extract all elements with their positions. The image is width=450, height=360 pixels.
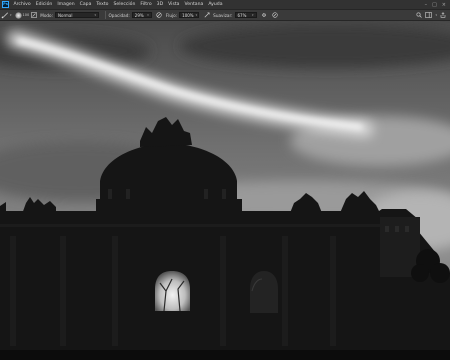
brush-icon[interactable] [0,11,10,20]
right-toolbar: ▾ [416,11,450,19]
minimize-icon[interactable]: – [425,2,428,8]
menu-capa[interactable]: Capa [77,2,94,7]
options-bar: ▾ 100 Modo: Normal ▾ Opacidad: 29% ▾ Flu… [0,9,450,21]
document-canvas[interactable] [0,21,450,360]
opacity-value: 29% [134,12,144,18]
arch-opening [155,271,190,311]
menu-filtro[interactable]: Filtro [138,2,154,7]
menu-archivo[interactable]: Archivo [11,2,33,7]
opacity-field[interactable]: 29% ▾ [131,12,152,18]
close-icon[interactable]: × [442,2,446,8]
pressure-opacity-icon[interactable] [155,11,164,19]
chevron-down-icon: ▾ [147,13,149,17]
pressure-size-icon[interactable] [271,11,280,19]
arch-opening-right [250,271,278,313]
opacity-label: Opacidad: [108,12,130,18]
brush-size-value[interactable]: 100 [23,13,30,17]
mode-label: Modo: [40,12,54,18]
brush-preview[interactable] [14,11,22,19]
flow-field[interactable]: 100% ▾ [179,12,200,18]
mode-value: Normal [58,12,73,18]
photo-canvas [0,21,450,360]
flow-label: Flujo: [165,12,178,18]
brush-panel-icon[interactable] [29,11,38,19]
menu-seleccion[interactable]: Selección [111,2,138,7]
flow-value: 100% [182,12,194,18]
tool-preset-caret-icon[interactable]: ▾ [10,13,12,17]
smoothing-label: Suavizar: [213,12,233,18]
chevron-down-icon: ▾ [195,13,198,17]
menu-imagen[interactable]: Imagen [55,2,77,7]
chevron-down-icon[interactable]: ▾ [435,13,437,17]
window-controls: – □ × [425,2,450,8]
menu-edicion[interactable]: Edición [33,2,55,7]
menu-bar: Ps Archivo Edición Imagen Capa Texto Sel… [0,0,450,9]
chevron-down-icon: ▾ [252,13,254,17]
smoothing-field[interactable]: 67% ▾ [234,12,257,18]
gear-icon[interactable] [260,11,269,19]
street-foreground [0,350,450,360]
photoshop-logo[interactable]: Ps [2,1,9,8]
smoothing-value: 67% [237,12,247,18]
workspace-icon[interactable] [425,11,433,19]
menu-ventana[interactable]: Ventana [182,2,206,7]
chevron-down-icon: ▾ [94,13,97,17]
menu-3d[interactable]: 3D [154,2,165,7]
menu-ayuda[interactable]: Ayuda [206,2,225,7]
mode-select[interactable]: Normal ▾ [55,12,100,18]
divider [105,11,106,19]
maximize-icon[interactable]: □ [432,2,437,8]
search-icon[interactable] [416,11,423,19]
airbrush-icon[interactable] [202,11,211,19]
share-icon[interactable] [440,11,446,19]
menu-texto[interactable]: Texto [94,2,111,7]
menu-vista[interactable]: Vista [166,2,182,7]
